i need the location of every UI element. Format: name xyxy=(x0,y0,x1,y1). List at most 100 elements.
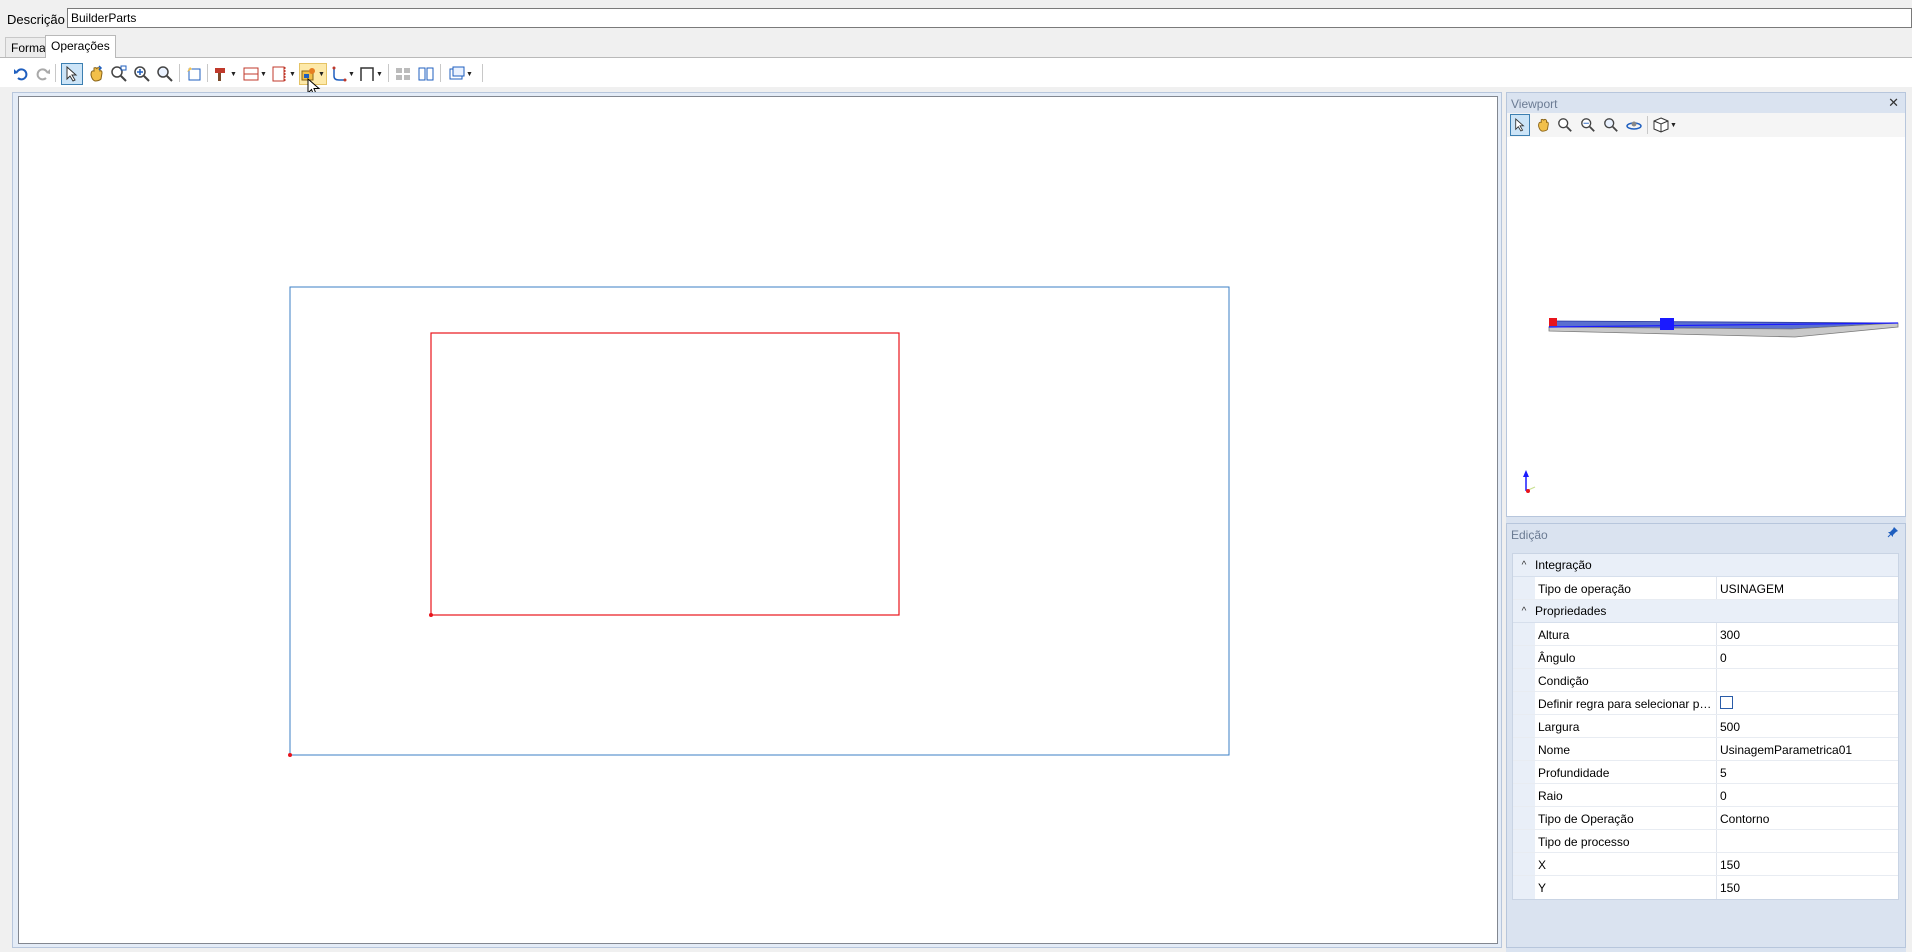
zoom-in-icon xyxy=(1581,118,1595,132)
viewport-zoom-window-button[interactable] xyxy=(1555,114,1575,136)
drawing-svg xyxy=(288,286,1230,757)
viewport-view-cube-dropdown[interactable]: ▼ xyxy=(1651,114,1679,136)
undo-icon xyxy=(14,68,28,81)
property-row-tipo-de-processo[interactable]: Tipo de processo xyxy=(1513,830,1898,853)
frame-dropdown-button[interactable]: ▼ xyxy=(358,63,384,85)
property-value[interactable]: 0 xyxy=(1717,784,1898,806)
chevron-down-icon: ▼ xyxy=(1670,121,1677,129)
drill-icon xyxy=(215,68,226,81)
viewport-pan-button[interactable] xyxy=(1533,114,1553,136)
property-row-largura[interactable]: Largura 500 xyxy=(1513,715,1898,738)
row-indent xyxy=(1513,623,1535,645)
property-name: Largura xyxy=(1535,715,1717,737)
viewport-select-button[interactable] xyxy=(1510,114,1530,136)
panel-dropdown-button[interactable]: ▼ xyxy=(271,63,297,85)
redo-button[interactable] xyxy=(34,63,52,85)
property-row-tipo-de-operacao-contorno[interactable]: Tipo de Operação Contorno xyxy=(1513,807,1898,830)
pan-button[interactable] xyxy=(86,63,106,85)
view-dropdown-button[interactable]: ▼ xyxy=(447,63,475,85)
property-row-profundidade[interactable]: Profundidade 5 xyxy=(1513,761,1898,784)
property-name: Nome xyxy=(1535,738,1717,760)
select-button[interactable] xyxy=(61,63,83,85)
row-indent xyxy=(1513,830,1535,852)
undo-button[interactable] xyxy=(12,63,30,85)
note-button[interactable] xyxy=(184,63,204,85)
zoom-fit-button[interactable] xyxy=(155,63,175,85)
property-row-angulo[interactable]: Ângulo 0 xyxy=(1513,646,1898,669)
edicao-panel: Edição ^ Integração Tipo de operação USI… xyxy=(1506,523,1906,948)
edicao-title: Edição xyxy=(1511,528,1548,542)
property-value[interactable]: 300 xyxy=(1717,623,1898,645)
toolbar-separator xyxy=(388,64,389,82)
pan-icon xyxy=(90,65,103,82)
drawing-canvas[interactable] xyxy=(18,96,1498,944)
property-value[interactable] xyxy=(1717,830,1898,852)
property-name: Raio xyxy=(1535,784,1717,806)
property-row-y[interactable]: Y 150 xyxy=(1513,876,1898,899)
property-value[interactable] xyxy=(1717,692,1898,714)
row-indent xyxy=(1513,577,1535,599)
zoom-in-button[interactable] xyxy=(132,63,152,85)
split-icon xyxy=(418,67,434,81)
property-value[interactable]: UsinagemParametrica01 xyxy=(1717,738,1898,760)
viewport-3d-scene[interactable] xyxy=(1507,137,1905,516)
viewport-zoom-in-button[interactable] xyxy=(1578,114,1598,136)
3d-blue-marker xyxy=(1660,318,1674,330)
operation-contour[interactable] xyxy=(430,332,900,616)
row-indent xyxy=(1513,807,1535,829)
property-name: Profundidade xyxy=(1535,761,1717,783)
property-value[interactable]: 150 xyxy=(1717,876,1898,899)
property-row-altura[interactable]: Altura 300 xyxy=(1513,623,1898,646)
contour-dropdown-button[interactable]: ▼ xyxy=(330,63,356,85)
property-value[interactable]: 5 xyxy=(1717,761,1898,783)
tab-operacoes[interactable]: Operações xyxy=(45,35,116,58)
zoom-in-icon xyxy=(134,66,150,82)
drill-dropdown-button[interactable]: ▼ xyxy=(212,63,238,85)
property-row-condicao[interactable]: Condição xyxy=(1513,669,1898,692)
property-value[interactable]: 150 xyxy=(1717,853,1898,875)
property-name: Tipo de processo xyxy=(1535,830,1717,852)
toolbar-separator xyxy=(55,64,56,82)
property-row-nome[interactable]: Nome UsinagemParametrica01 xyxy=(1513,738,1898,761)
definir-regra-checkbox[interactable] xyxy=(1720,696,1733,709)
viewport-zoom-fit-button[interactable] xyxy=(1601,114,1621,136)
property-value[interactable]: 0 xyxy=(1717,646,1898,668)
viewport-panel: Viewport ✕ ▼ xyxy=(1506,92,1906,517)
chevron-down-icon: ▼ xyxy=(289,70,296,78)
zoom-window-icon xyxy=(111,65,127,82)
property-row-raio[interactable]: Raio 0 xyxy=(1513,784,1898,807)
description-input[interactable] xyxy=(67,8,1912,28)
pin-icon[interactable] xyxy=(1887,526,1899,541)
property-value[interactable]: Contorno xyxy=(1717,807,1898,829)
property-name: Tipo de operação xyxy=(1535,577,1717,599)
3d-red-marker xyxy=(1549,318,1557,326)
property-value[interactable] xyxy=(1717,669,1898,691)
orbit-icon xyxy=(1626,121,1642,130)
zoom-window-button[interactable] xyxy=(109,63,129,85)
toolbar-separator xyxy=(207,64,208,82)
property-name: Altura xyxy=(1535,623,1717,645)
property-row-definir-regra[interactable]: Definir regra para selecionar proc... xyxy=(1513,692,1898,715)
property-value[interactable]: USINAGEM xyxy=(1717,577,1898,599)
collapse-icon[interactable]: ^ xyxy=(1513,560,1535,571)
split-button[interactable] xyxy=(416,63,436,85)
viewport-orbit-button[interactable] xyxy=(1624,114,1644,136)
toolbar-separator xyxy=(482,64,483,82)
close-icon[interactable]: ✕ xyxy=(1888,95,1899,111)
property-grid: ^ Integração Tipo de operação USINAGEM ^… xyxy=(1512,553,1899,900)
property-row-x[interactable]: X 150 xyxy=(1513,853,1898,876)
toolbar-separator xyxy=(440,64,441,82)
grid-button[interactable] xyxy=(393,63,413,85)
category-integracao[interactable]: ^ Integração xyxy=(1513,554,1898,577)
main-toolbar: ▼ ▼ ▼ ▼ ▼ ▼ ▼ xyxy=(0,57,1912,97)
property-value[interactable]: 500 xyxy=(1717,715,1898,737)
category-propriedades[interactable]: ^ Propriedades xyxy=(1513,600,1898,623)
panel-origin-marker xyxy=(288,753,292,757)
property-row-tipo-de-operacao[interactable]: Tipo de operação USINAGEM xyxy=(1513,577,1898,600)
toolbar-separator xyxy=(179,64,180,82)
collapse-icon[interactable]: ^ xyxy=(1513,606,1535,617)
row-indent xyxy=(1513,715,1535,737)
groove-dropdown-button[interactable]: ▼ xyxy=(242,63,268,85)
chevron-down-icon: ▼ xyxy=(348,70,355,78)
row-indent xyxy=(1513,669,1535,691)
